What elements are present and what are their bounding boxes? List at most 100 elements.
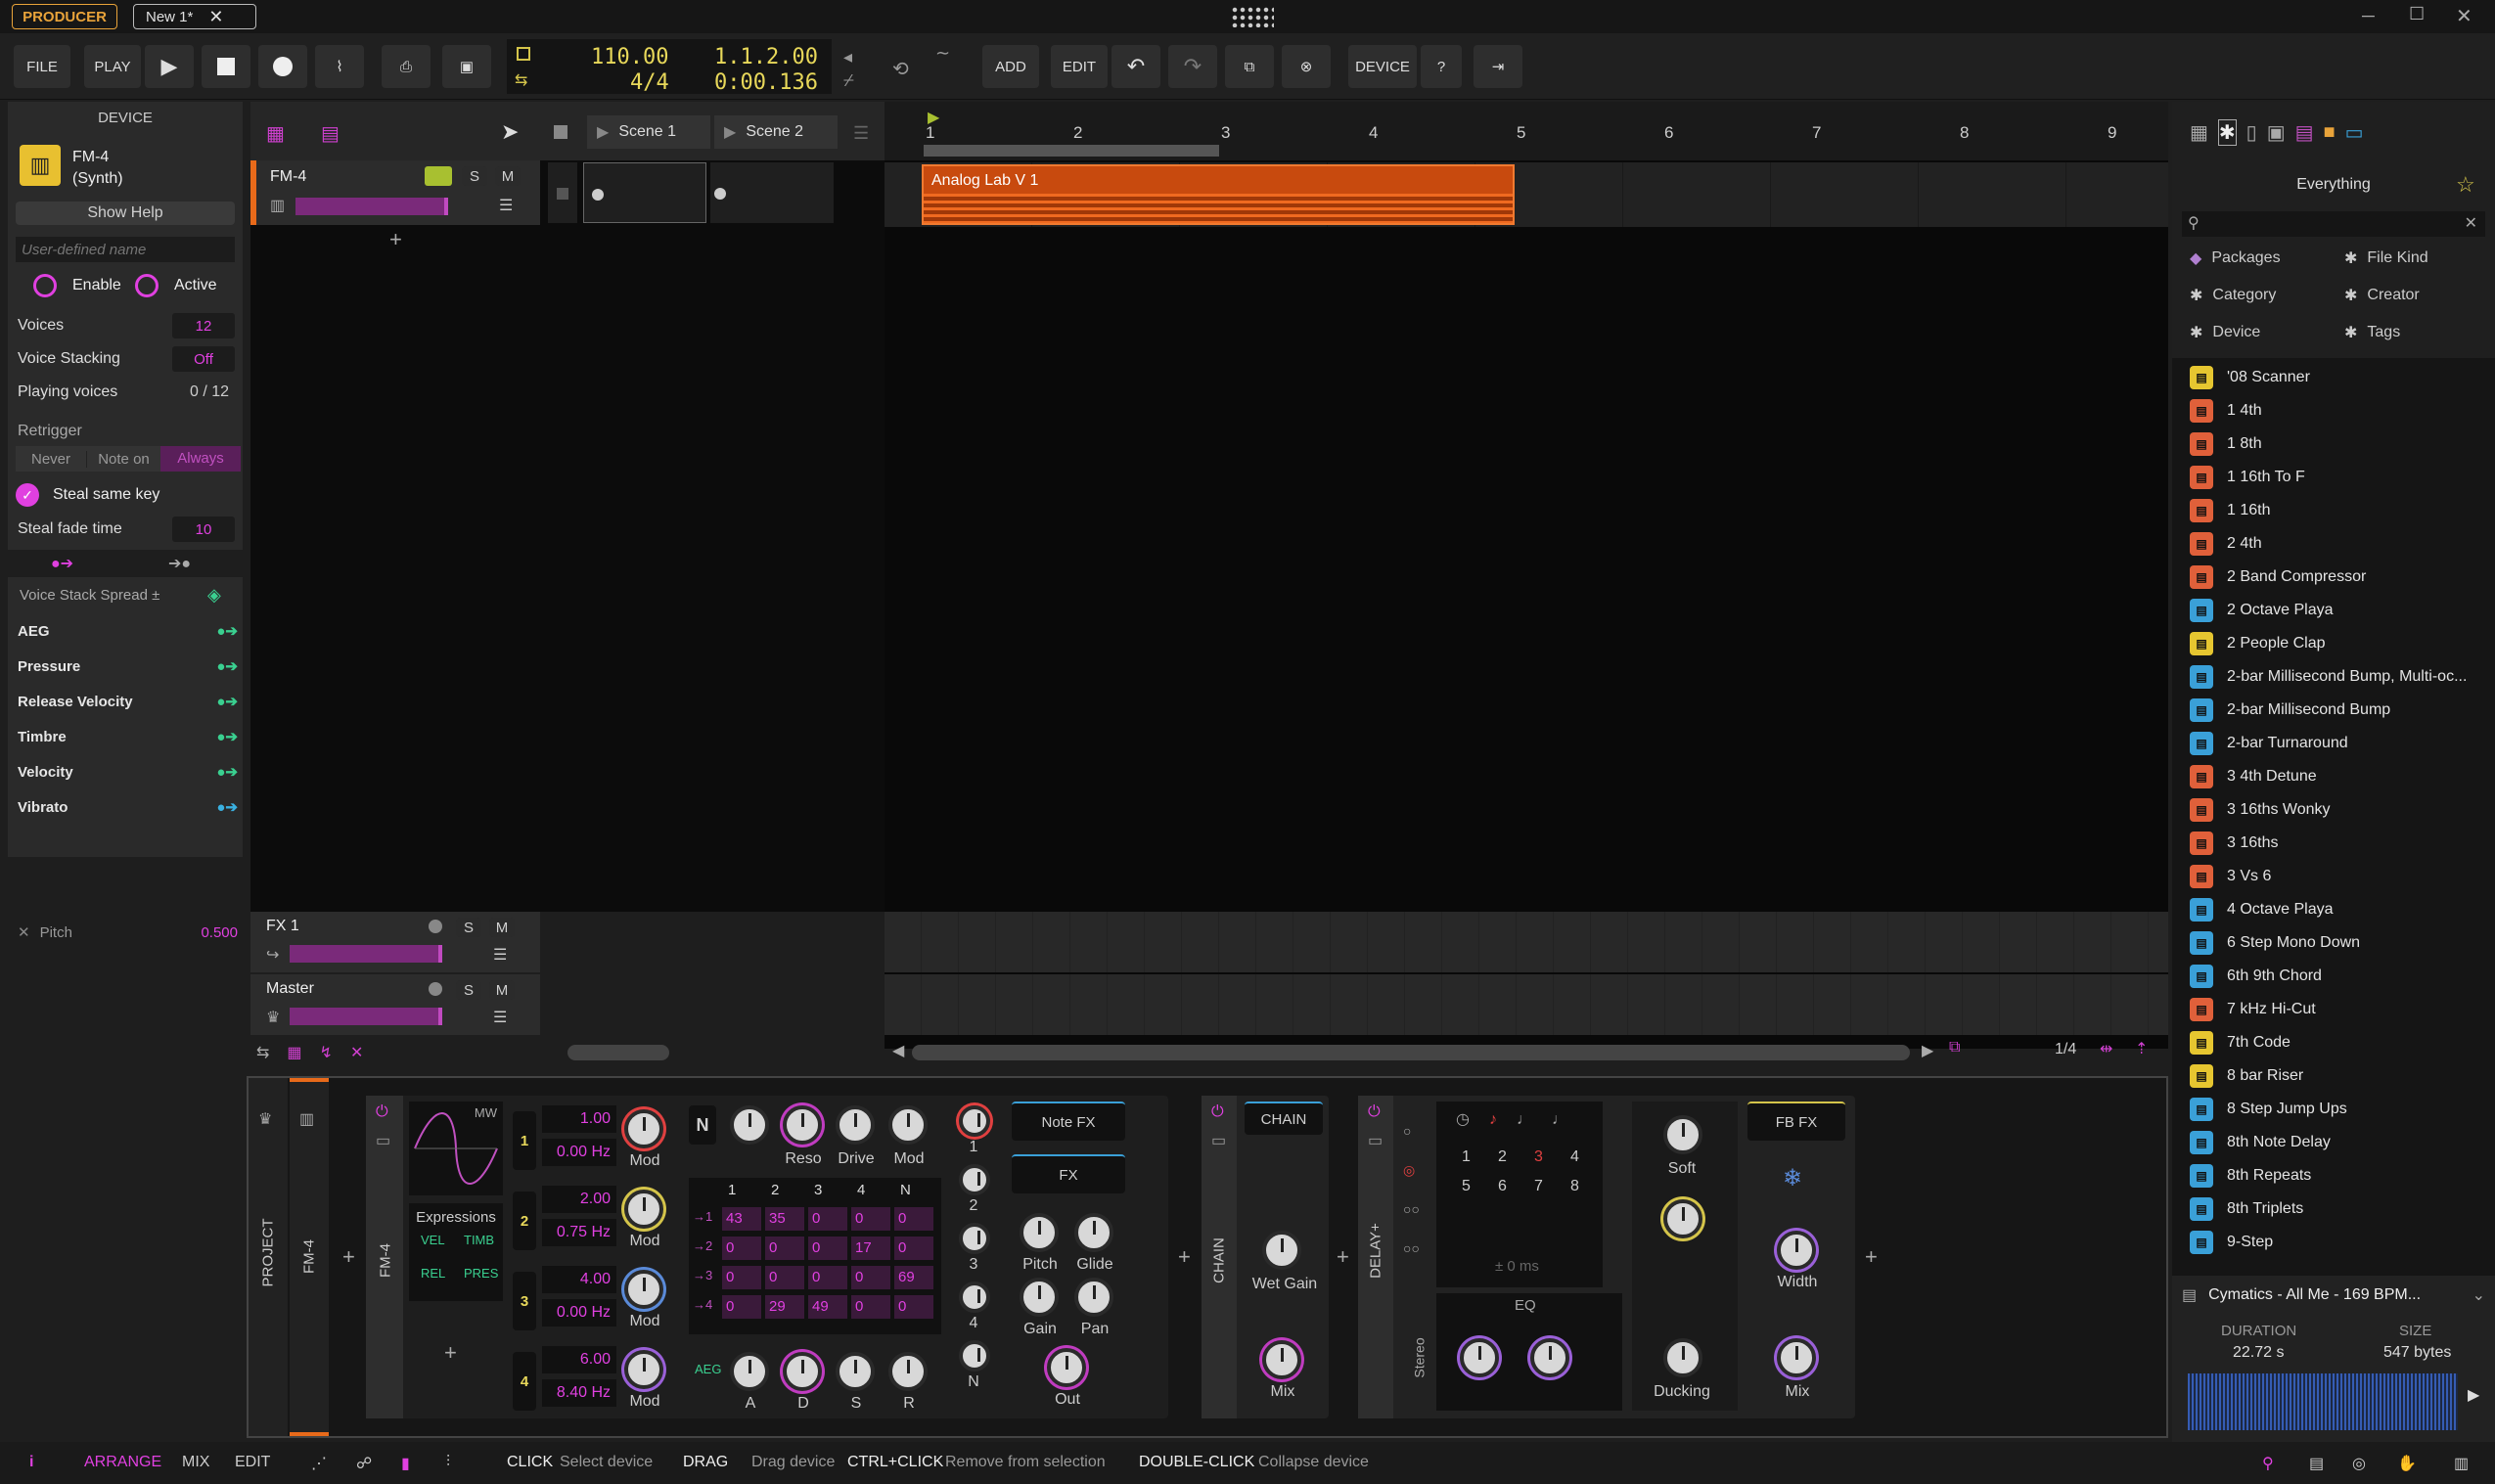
- browser-item[interactable]: ▤ '08 Scanner: [2190, 362, 2310, 393]
- clip-analog-lab[interactable]: Analog Lab V 1: [922, 164, 1515, 225]
- export-icon[interactable]: ⇥: [1474, 45, 1522, 88]
- browser-item[interactable]: ▤ 2-bar Turnaround: [2190, 728, 2348, 759]
- gain-knob[interactable]: [1020, 1278, 1059, 1317]
- matrix-cell[interactable]: 0: [808, 1266, 847, 1289]
- record-icon[interactable]: [258, 45, 307, 88]
- chain-button[interactable]: CHAIN: [1245, 1102, 1323, 1135]
- device-tab-icon[interactable]: ▯: [2246, 120, 2257, 145]
- help-icon[interactable]: ?: [1421, 45, 1462, 88]
- delay-grid-cell[interactable]: 6: [1498, 1178, 1507, 1195]
- matrix-cell[interactable]: 0: [722, 1266, 761, 1289]
- automation-icon[interactable]: ↯: [320, 1043, 333, 1062]
- delay-grid-cell[interactable]: 2: [1498, 1148, 1507, 1166]
- edit-button[interactable]: EDIT: [1051, 45, 1108, 88]
- operator-number[interactable]: 2: [513, 1192, 536, 1250]
- power-icon[interactable]: ⏻: [376, 1103, 388, 1121]
- operator-mod-knob[interactable]: [624, 1350, 663, 1389]
- scroll-bar-horizontal[interactable]: [912, 1045, 1910, 1060]
- groove-icon[interactable]: ⌿: [843, 70, 854, 91]
- saturation-knob[interactable]: [1663, 1199, 1702, 1238]
- keyboard-icon[interactable]: ▥: [2454, 1454, 2469, 1473]
- matrix-cell[interactable]: 0: [765, 1266, 804, 1289]
- preset-tab-icon[interactable]: ▣: [2267, 120, 2286, 145]
- filter-file-kind[interactable]: ✱ File Kind: [2344, 248, 2428, 268]
- operator-number[interactable]: 4: [513, 1352, 536, 1411]
- browser-item[interactable]: ▤ 6 Step Mono Down: [2190, 927, 2360, 959]
- operator-number[interactable]: 1: [513, 1111, 536, 1170]
- mod-row-pressure[interactable]: Pressure ●➔: [18, 650, 238, 683]
- duplicate-icon[interactable]: ⧉: [1225, 45, 1274, 88]
- steal-same-key-toggle[interactable]: ✓ Steal same key: [16, 483, 159, 507]
- matrix-cell[interactable]: 0: [894, 1295, 933, 1319]
- matrix-cell[interactable]: 0: [765, 1237, 804, 1260]
- drive-knob[interactable]: [836, 1105, 875, 1145]
- mod-row-aeg[interactable]: AEG ●➔: [18, 614, 238, 648]
- favorite-star-icon[interactable]: ☆: [2456, 172, 2475, 198]
- browser-item[interactable]: ▤ 7th Code: [2190, 1027, 2291, 1058]
- expr-vel[interactable]: VEL: [421, 1233, 445, 1247]
- show-help-button[interactable]: Show Help: [16, 202, 235, 225]
- matrix-cell[interactable]: 0: [722, 1237, 761, 1260]
- search-input[interactable]: ⚲ ✕: [2182, 211, 2485, 237]
- loop-region[interactable]: [924, 145, 1219, 157]
- release-knob[interactable]: [888, 1352, 928, 1391]
- width-knob[interactable]: [1777, 1231, 1816, 1270]
- mute-button[interactable]: M: [489, 980, 515, 1000]
- mod-row-release-velocity[interactable]: Release Velocity ●➔: [18, 685, 238, 718]
- mod-row-vibrato[interactable]: Vibrato ●➔: [18, 790, 238, 824]
- note-editor-icon[interactable]: ⋰: [311, 1454, 327, 1473]
- pitch-value[interactable]: 0.500: [201, 924, 238, 941]
- delay-grid-cell[interactable]: 5: [1462, 1178, 1471, 1195]
- punch-icon[interactable]: ▣: [442, 45, 491, 88]
- track-fm4[interactable]: FM-4 S M ▥ ☰: [250, 160, 540, 225]
- monitor-icon[interactable]: [425, 166, 452, 186]
- lfo-display[interactable]: MW: [409, 1102, 503, 1195]
- play-icon[interactable]: ▶: [145, 45, 194, 88]
- delay-plus-device[interactable]: ⏻ ▭ DELAY+ Stereo ○ ◎ ○○ ○○ ◷♪♩♩ 1 2 3 4 5 6 7 8 ±…: [1358, 1096, 1855, 1418]
- mod-row-timbre[interactable]: Timbre ●➔: [18, 720, 238, 753]
- browser-item[interactable]: ▤ 2 Band Compressor: [2190, 562, 2366, 593]
- matrix-cell[interactable]: 0: [851, 1207, 890, 1231]
- matrix-cell[interactable]: 0: [808, 1237, 847, 1260]
- pointer-tool-icon[interactable]: ➤: [501, 119, 519, 145]
- filter-cutoff-knob[interactable]: [730, 1105, 769, 1145]
- mute-button[interactable]: M: [495, 166, 521, 186]
- browser-item[interactable]: ▤ 8 bar Riser: [2190, 1060, 2303, 1092]
- operator-level-knob[interactable]: [959, 1223, 990, 1254]
- remove-icon[interactable]: ✕: [18, 923, 30, 941]
- n-button[interactable]: N: [689, 1105, 716, 1145]
- browser-item[interactable]: ▤ 6th 9th Chord: [2190, 961, 2322, 992]
- stop-all-clips-icon[interactable]: [554, 125, 567, 139]
- sample-tab-icon[interactable]: ■: [2324, 121, 2336, 144]
- mode-badge[interactable]: PRODUCER: [12, 4, 117, 29]
- filter-creator[interactable]: ✱ Creator: [2344, 286, 2420, 305]
- browser-item[interactable]: ▤ 8th Repeats: [2190, 1160, 2311, 1192]
- clip-launcher-view-icon[interactable]: ▦: [266, 121, 285, 146]
- undo-icon[interactable]: ↶: [1111, 45, 1160, 88]
- matrix-cell[interactable]: 43: [722, 1207, 761, 1231]
- note-fx-button[interactable]: Note FX: [1012, 1102, 1125, 1141]
- retrigger-note-on[interactable]: Note on: [86, 450, 160, 468]
- operator-level-knob[interactable]: [959, 1164, 990, 1195]
- scene-play-icon[interactable]: ▶: [724, 122, 736, 142]
- mod-arrow-icon[interactable]: ●➔: [216, 728, 238, 745]
- scroll-bar-horizontal-left[interactable]: [567, 1045, 669, 1060]
- browser-item[interactable]: ▤ 8th Triplets: [2190, 1193, 2303, 1225]
- operator-level-knob[interactable]: [959, 1282, 990, 1313]
- volume-fader[interactable]: [290, 945, 442, 963]
- add-device-icon[interactable]: +: [1865, 1244, 1878, 1270]
- monitor-tab-icon[interactable]: ▭: [2345, 120, 2364, 145]
- adaptive-grid-icon[interactable]: ⇡: [2135, 1039, 2148, 1058]
- browser-item[interactable]: ▤ 9-Step: [2190, 1227, 2273, 1258]
- tab-edit[interactable]: EDIT: [235, 1454, 270, 1471]
- track-menu-icon[interactable]: ☰: [499, 196, 513, 215]
- browser-item[interactable]: ▤ 1 8th: [2190, 428, 2262, 460]
- wet-gain-knob[interactable]: [1262, 1231, 1301, 1270]
- preview-header[interactable]: ▤ Cymatics - All Me - 169 BPM... ⌄: [2182, 1285, 2485, 1305]
- close-icon[interactable]: ✕: [208, 7, 223, 27]
- play-menu-button[interactable]: PLAY: [84, 45, 141, 88]
- solo-button[interactable]: S: [462, 166, 487, 186]
- operator-level-knob[interactable]: [959, 1340, 990, 1372]
- matrix-cell[interactable]: 0: [851, 1295, 890, 1319]
- matrix-cell[interactable]: 0: [894, 1207, 933, 1231]
